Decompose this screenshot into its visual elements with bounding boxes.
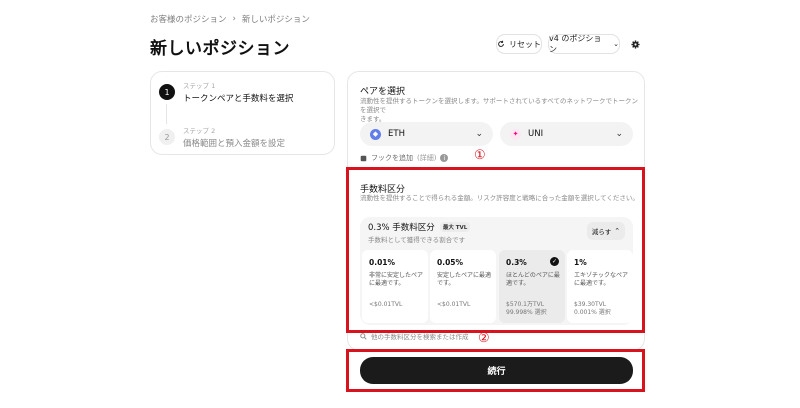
tier-tvl: $570.1万TVL 99.998% 選択: [506, 301, 547, 317]
check-icon: ✓: [550, 257, 559, 266]
token-a-label: ETH: [388, 129, 405, 139]
step-1-number: 1: [159, 84, 175, 100]
selected-tier-label: 0.3% 手数料区分: [368, 223, 435, 233]
token-b-label: UNI: [528, 129, 544, 139]
pair-desc-line1: 流動性を提供するトークンを選択します。サポートされているすべてのネットワークでト…: [360, 97, 638, 114]
fee-tier-option[interactable]: 1% エキゾチックなペアに最適です。 $39.30TVL 0.001% 選択: [567, 250, 633, 323]
step-2-sub: ステップ 2: [183, 127, 216, 135]
tier-tvl: <$0.01TVL: [437, 301, 470, 309]
uni-icon: ✦: [510, 128, 521, 140]
eth-icon: ◆: [370, 128, 381, 140]
tier-desc: エキゾチックなペアに最適です。: [574, 272, 629, 287]
step-1-sub: ステップ 1: [183, 82, 216, 90]
step-2[interactable]: 2 ステップ 2 価格範囲と預入金額を設定: [159, 125, 285, 149]
settings-button[interactable]: [626, 35, 644, 53]
step-2-number: 2: [159, 129, 175, 145]
breadcrumb-separator: ›: [232, 14, 236, 24]
add-hook-label: フックを追加: [371, 154, 413, 162]
tier-pct: 1%: [574, 258, 587, 267]
chevron-down-icon: ⌄: [613, 40, 619, 48]
search-icon: [360, 332, 367, 340]
selected-tier-title: 0.3% 手数料区分 最大 TVL: [368, 221, 471, 233]
gear-icon: [630, 39, 640, 49]
step-1[interactable]: 1 ステップ 1 トークンペアと手数料を選択: [159, 80, 293, 104]
max-tvl-badge: 最大 TVL: [439, 222, 471, 232]
tier-tvl-value: $39.30TVL: [574, 301, 607, 308]
step-connector: [166, 104, 167, 124]
breadcrumb-current: 新しいポジション: [241, 15, 310, 25]
pair-title: ペアを選択: [360, 87, 406, 97]
step-2-label: 価格範囲と預入金額を設定: [183, 139, 286, 149]
breadcrumb-parent[interactable]: お客様のポジション: [150, 13, 227, 25]
annotation-marker-1: ①: [474, 148, 486, 163]
search-fee-tier-row[interactable]: 他の手数料区分を検索または作成: [360, 331, 469, 341]
info-icon: i: [440, 154, 449, 162]
page-title: 新しいポジション: [150, 39, 290, 59]
shrink-label: 減らす: [591, 228, 612, 236]
tier-select-pct: 99.998% 選択: [506, 309, 547, 316]
breadcrumb: お客様のポジション › 新しいポジション: [150, 13, 310, 25]
reset-button[interactable]: リセット: [496, 34, 542, 54]
tier-pct: 0.3%: [506, 258, 527, 267]
tier-pct: 0.01%: [369, 258, 396, 267]
step-1-label: トークンペアと手数料を選択: [183, 94, 294, 104]
token-b-select[interactable]: ✦ UNI ⌄: [500, 122, 633, 146]
hook-icon: [360, 155, 367, 161]
chevron-down-icon: ⌄: [615, 129, 623, 139]
shrink-button[interactable]: 減らす ⌃: [587, 222, 625, 240]
reset-icon: [498, 40, 504, 47]
tier-desc: 非常に安定したペアに最適です。: [369, 272, 424, 287]
fee-tier-option[interactable]: 0.01% 非常に安定したペアに最適です。 <$0.01TVL: [362, 250, 428, 323]
tier-pct: 0.05%: [437, 258, 464, 267]
tier-tvl: <$0.01TVL: [369, 301, 402, 309]
version-dropdown[interactable]: v4 のポジション ⌄: [548, 34, 620, 54]
reset-label: リセット: [509, 39, 541, 49]
chevron-down-icon: ⌄: [475, 129, 483, 139]
fee-tier-option-selected[interactable]: 0.3% ✓ ほとんどのペアに最適です。 $570.1万TVL 99.998% …: [499, 250, 565, 323]
add-hook-row[interactable]: フックを追加 (詳細) i: [360, 153, 449, 163]
chevron-up-icon: ⌃: [614, 227, 621, 235]
tier-tvl-value: <$0.01TVL: [437, 301, 471, 308]
tier-tvl: $39.30TVL 0.001% 選択: [574, 301, 611, 317]
pair-desc: 流動性を提供するトークンを選択します。サポートされているすべてのネットワークでト…: [360, 97, 638, 124]
version-label: v4 のポジション: [549, 34, 602, 54]
continue-button[interactable]: 続行: [360, 357, 633, 384]
tier-tvl-value: $570.1万TVL: [506, 301, 545, 308]
tier-select-pct: 0.001% 選択: [574, 309, 611, 316]
selected-tier-sub: 手数料として獲得できる割合です: [368, 236, 466, 244]
tier-tvl-value: <$0.01TVL: [369, 301, 403, 308]
fee-desc: 流動性を提供することで得られる金額。リスク許容度と戦略に合った金額を選択してくだ…: [360, 194, 639, 202]
fee-tier-option[interactable]: 0.05% 安定したペアに最適です。 <$0.01TVL: [430, 250, 496, 323]
tier-desc: ほとんどのペアに最適です。: [506, 272, 560, 287]
tier-desc: 安定したペアに最適です。: [437, 272, 492, 287]
annotation-marker-2: ②: [478, 331, 490, 346]
steps-card: 1 ステップ 1 トークンペアと手数料を選択 2 ステップ 2 価格範囲と預入金…: [150, 71, 335, 155]
search-fee-tier-label: 他の手数料区分を検索または作成: [371, 333, 469, 341]
hook-detail: (詳細): [417, 154, 437, 162]
token-a-select[interactable]: ◆ ETH ⌄: [360, 122, 493, 146]
